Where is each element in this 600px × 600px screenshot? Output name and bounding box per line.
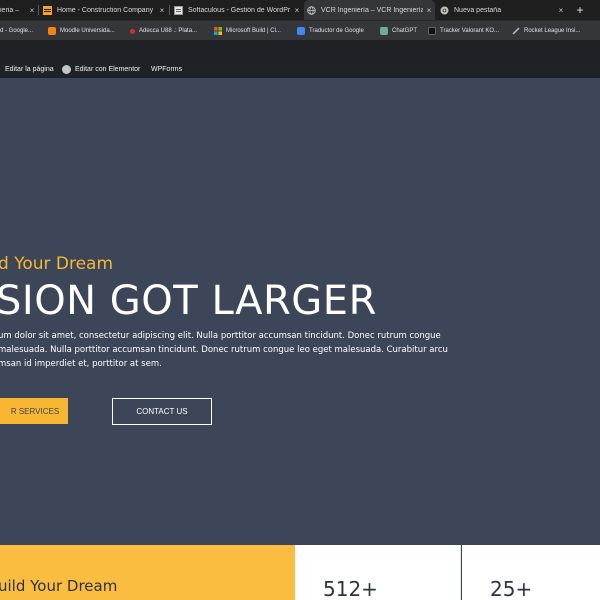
- close-icon[interactable]: ×: [156, 6, 168, 15]
- globe-icon: [307, 5, 316, 15]
- tab-home-construction[interactable]: Home - Construction Company ×: [40, 0, 168, 20]
- bookmark-microsoft-build[interactable]: Microsoft Build | Cl...: [214, 21, 281, 41]
- rocket-icon: [512, 27, 520, 35]
- moodle-icon: [48, 27, 56, 35]
- bookmark-label: Rocket League Insi...: [524, 28, 581, 34]
- tab-label: Home - Construction Company: [57, 6, 154, 14]
- tracker-icon: [428, 27, 436, 35]
- tab-ingenieria-1[interactable]: ieria – ×: [0, 0, 38, 20]
- hero-section: d Your Dream SION GOT LARGER um dolor si…: [0, 78, 600, 545]
- bookmark-label: ChatGPT: [392, 28, 418, 34]
- close-icon[interactable]: ×: [291, 6, 303, 15]
- tab-nueva-pestana[interactable]: Nueva pestaña ×: [437, 0, 567, 20]
- hero-paragraph-line: um dolor sit amet, consectetur adipiscin…: [0, 331, 441, 341]
- bookmark-moodle[interactable]: Moodle Universida...: [48, 21, 115, 41]
- browser-tab-strip: ieria – × Home - Construction Company × …: [0, 0, 600, 20]
- our-services-button[interactable]: R SERVICES: [0, 398, 68, 424]
- wpforms-link[interactable]: WPForms: [151, 60, 182, 78]
- wp-admin-bar: Editar la página Editar con Elementor WP…: [0, 60, 600, 78]
- hero-paragraph-line: malesuada. Nulla porttitor accumsan tinc…: [0, 345, 448, 355]
- elementor-icon: [62, 64, 71, 74]
- tab-label: Nueva pestaña: [454, 6, 502, 14]
- bookmarks-bar: d - Google... Moodle Universida... Adecc…: [0, 20, 600, 40]
- brand-icon: [43, 5, 52, 15]
- stat-value-2: 25+: [490, 577, 533, 600]
- browser-chrome-gap: [0, 40, 600, 60]
- page-icon: [174, 5, 183, 15]
- bookmark-traductor[interactable]: Traductor de Google: [297, 21, 364, 41]
- bookmark-label: Tracker Valorant KO...: [440, 28, 500, 34]
- bookmark-label: Moodle Universida...: [60, 28, 115, 34]
- build-dream-card: uild Your Dream: [0, 545, 295, 600]
- edit-page-link[interactable]: Editar la página: [5, 60, 54, 78]
- new-tab-button[interactable]: +: [572, 2, 588, 18]
- adecca-icon: [130, 28, 135, 34]
- tab-divider: [169, 5, 170, 15]
- build-dream-title: uild Your Dream: [0, 577, 118, 595]
- bookmark-tracker-valorant[interactable]: Tracker Valorant KO...: [428, 21, 499, 41]
- bookmark-label: Microsoft Build | Cl...: [226, 28, 281, 34]
- tab-softaculous[interactable]: Softaculous - Gestión de WordPr ×: [171, 0, 303, 20]
- bookmark-adecca[interactable]: Adecca U88 .: Plata...: [130, 21, 197, 41]
- chatgpt-icon: [380, 27, 388, 35]
- hero-subtitle: d Your Dream: [0, 254, 114, 274]
- tab-vcr-ingenieria[interactable]: VCR Ingeniería – VCR Ingeniería ×: [304, 0, 435, 20]
- close-icon[interactable]: ×: [423, 6, 435, 15]
- edit-elementor-link[interactable]: Editar con Elementor: [62, 60, 140, 78]
- bookmark-rocket-league[interactable]: Rocket League Insi...: [512, 21, 580, 41]
- stat-card-1: 512+: [295, 545, 461, 600]
- hero-paragraph-line: msan id imperdiet et, porttitor at sem.: [0, 359, 162, 369]
- contact-us-button[interactable]: CONTACT US: [112, 398, 212, 425]
- chrome-icon: [440, 6, 449, 15]
- translate-icon: [297, 27, 305, 35]
- close-icon[interactable]: ×: [26, 6, 38, 15]
- bookmark-label: Adecca U88 .: Plata...: [139, 28, 198, 34]
- bookmark-chatgpt[interactable]: ChatGPT: [380, 21, 417, 41]
- hero-paragraph: um dolor sit amet, consectetur adipiscin…: [0, 329, 448, 371]
- tab-label: Softaculous - Gestión de WordPr: [188, 6, 291, 14]
- stat-value-1: 512+: [323, 577, 378, 600]
- close-icon[interactable]: ×: [555, 6, 567, 15]
- tab-label: ieria –: [0, 6, 20, 14]
- microsoft-icon: [214, 27, 222, 35]
- stat-card-2: 25+: [462, 545, 600, 600]
- bookmark-label: Traductor de Google: [309, 28, 364, 34]
- bookmark-google[interactable]: d - Google...: [0, 21, 33, 41]
- tab-divider: [38, 5, 39, 15]
- bookmark-label: d - Google...: [0, 28, 34, 34]
- tab-label: VCR Ingeniería – VCR Ingeniería: [321, 6, 423, 14]
- edit-elementor-label: Editar con Elementor: [75, 65, 141, 73]
- hero-title: SION GOT LARGER: [0, 278, 377, 324]
